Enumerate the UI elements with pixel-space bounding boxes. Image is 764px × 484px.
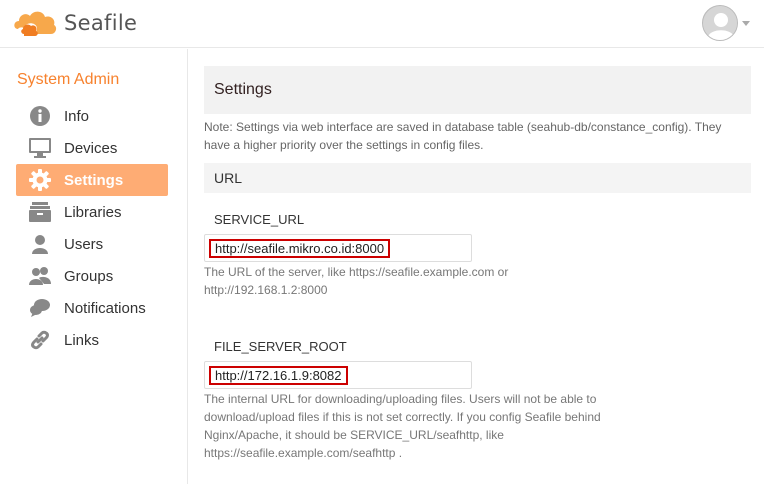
seafile-logo[interactable]: Seafile [12, 6, 137, 40]
setting-label: SERVICE_URL [214, 212, 305, 227]
sidebar-title: System Admin [17, 71, 120, 88]
sidebar-item-label: Settings [64, 171, 124, 189]
sidebar-item-info[interactable]: Info [16, 100, 168, 132]
seafile-logo-icon [14, 11, 57, 36]
library-icon [16, 196, 64, 228]
page-header: Settings [204, 66, 751, 114]
sidebar-item-label: Notifications [64, 299, 146, 317]
main-content: Settings Note: Settings via web interfac… [204, 66, 751, 462]
sidebar-item-label: Users [64, 235, 104, 253]
sidebar-item-label: Libraries [64, 203, 122, 221]
sidebar-item-label: Info [64, 107, 90, 125]
info-icon [16, 100, 64, 132]
sidebar-item-label: Groups [64, 267, 114, 285]
sidebar-item-settings[interactable]: Settings [16, 164, 168, 196]
avatar[interactable] [702, 5, 738, 41]
monitor-icon [16, 132, 64, 164]
link-icon [16, 324, 64, 356]
sidebar: System Admin Info Devices Settings Libra… [0, 49, 188, 484]
group-icon [16, 260, 64, 292]
sidebar-item-label: Links [64, 331, 100, 349]
user-avatar-icon [703, 6, 737, 40]
setting-file-server-root: FILE_SERVER_ROOT http://172.16.1.9:8082 … [204, 339, 751, 462]
service-url-input[interactable]: http://seafile.mikro.co.id:8000 [204, 234, 472, 262]
settings-note: Note: Settings via web interface are sav… [204, 120, 722, 152]
chat-bubble-icon [16, 292, 64, 324]
user-icon [16, 228, 64, 260]
sidebar-item-label: Devices [64, 139, 118, 157]
gear-icon [16, 164, 64, 196]
setting-label: FILE_SERVER_ROOT [214, 339, 347, 354]
sidebar-item-links[interactable]: Links [16, 324, 168, 356]
setting-help: The internal URL for downloading/uploadi… [204, 392, 601, 460]
sidebar-item-notifications[interactable]: Notifications [16, 292, 168, 324]
service-url-value[interactable]: http://seafile.mikro.co.id:8000 [209, 238, 391, 258]
brand-name: Seafile [64, 11, 138, 35]
settings-group-header: URL [204, 163, 751, 193]
sidebar-item-libraries[interactable]: Libraries [16, 196, 168, 228]
file-server-root-value[interactable]: http://172.16.1.9:8082 [209, 365, 348, 385]
settings-group-title: URL [214, 170, 243, 186]
page-title: Settings [214, 81, 272, 98]
chevron-down-icon[interactable] [742, 20, 750, 26]
setting-service-url: SERVICE_URL http://seafile.mikro.co.id:8… [204, 212, 751, 299]
sidebar-nav: Info Devices Settings Libraries Users Gr… [16, 100, 168, 356]
sidebar-item-users[interactable]: Users [16, 228, 168, 260]
sidebar-item-groups[interactable]: Groups [16, 260, 168, 292]
sidebar-item-devices[interactable]: Devices [16, 132, 168, 164]
user-menu[interactable] [702, 5, 750, 41]
setting-help: The URL of the server, like https://seaf… [204, 265, 509, 297]
top-header: Seafile [0, 0, 764, 48]
file-server-root-input[interactable]: http://172.16.1.9:8082 [204, 361, 472, 389]
